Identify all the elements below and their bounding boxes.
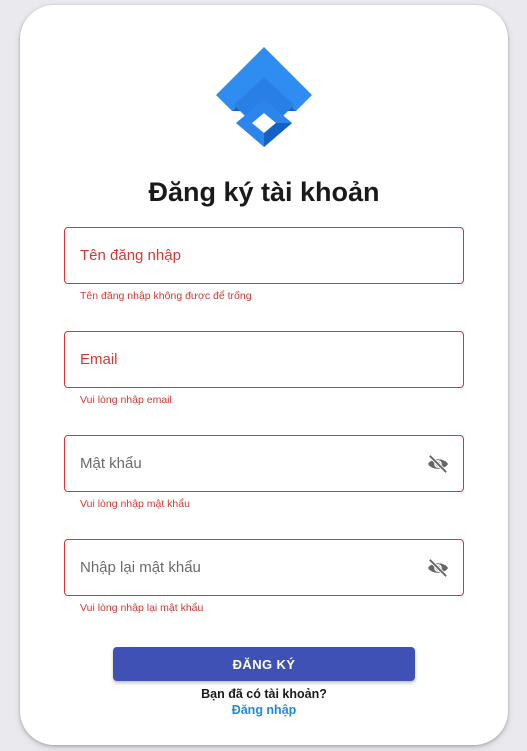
register-card: Đăng ký tài khoản Tên đăng nhập không đư…: [20, 5, 508, 745]
password-field[interactable]: [64, 435, 464, 492]
confirm-password-input[interactable]: [80, 559, 448, 576]
register-button[interactable]: ĐĂNG KÝ: [113, 647, 415, 681]
email-error-text: Vui lòng nhập email: [80, 394, 172, 406]
username-field[interactable]: [64, 227, 464, 284]
password-input[interactable]: [80, 455, 448, 472]
eye-off-icon[interactable]: [427, 454, 449, 474]
username-error-text: Tên đăng nhập không được để trống: [80, 290, 252, 302]
login-link[interactable]: Đăng nhập: [20, 703, 508, 717]
eye-off-icon[interactable]: [427, 558, 449, 578]
have-account-prompt: Bạn đã có tài khoản?: [201, 687, 327, 701]
page-title: Đăng ký tài khoản: [148, 177, 380, 207]
stacked-diamond-logo-icon: [216, 47, 312, 147]
confirm-password-field[interactable]: [64, 539, 464, 596]
email-input[interactable]: [80, 351, 448, 368]
password-error-text: Vui lòng nhập mật khẩu: [80, 498, 190, 510]
username-input[interactable]: [80, 247, 448, 264]
email-field[interactable]: [64, 331, 464, 388]
confirm-password-error-text: Vui lòng nhập lại mật khẩu: [80, 602, 204, 614]
